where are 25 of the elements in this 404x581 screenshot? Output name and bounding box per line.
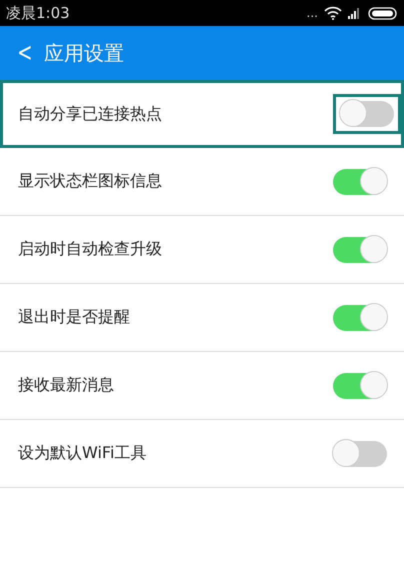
toggle-switch[interactable] xyxy=(333,304,387,330)
setting-label: 退出时是否提醒 xyxy=(18,307,130,328)
setting-row[interactable]: 显示状态栏图标信息 xyxy=(0,148,404,216)
setting-label: 接收最新消息 xyxy=(18,375,114,396)
setting-row[interactable]: 启动时自动检查升级 xyxy=(0,216,404,284)
back-button[interactable]: < xyxy=(16,38,34,68)
setting-label: 显示状态栏图标信息 xyxy=(18,171,162,192)
page-title: 应用设置 xyxy=(44,40,124,66)
setting-label: 设为默认WiFi工具 xyxy=(18,443,146,464)
signal-icon xyxy=(348,7,362,19)
status-dots: ... xyxy=(306,9,318,17)
toggle-switch[interactable] xyxy=(333,440,387,466)
toggle-switch[interactable] xyxy=(333,236,387,262)
setting-label: 启动时自动检查升级 xyxy=(18,239,162,260)
wifi-icon xyxy=(324,6,342,20)
setting-row[interactable]: 自动分享已连接热点 xyxy=(0,80,404,148)
status-time: 凌晨1:03 xyxy=(6,4,70,22)
setting-row[interactable]: 退出时是否提醒 xyxy=(0,284,404,352)
toggle-switch[interactable] xyxy=(340,101,394,127)
toggle-switch[interactable] xyxy=(333,168,387,194)
toggle-switch[interactable] xyxy=(333,372,387,398)
setting-row[interactable]: 接收最新消息 xyxy=(0,352,404,420)
setting-row[interactable]: 设为默认WiFi工具 xyxy=(0,420,404,488)
battery-icon xyxy=(368,6,398,20)
setting-label: 自动分享已连接热点 xyxy=(18,104,162,124)
